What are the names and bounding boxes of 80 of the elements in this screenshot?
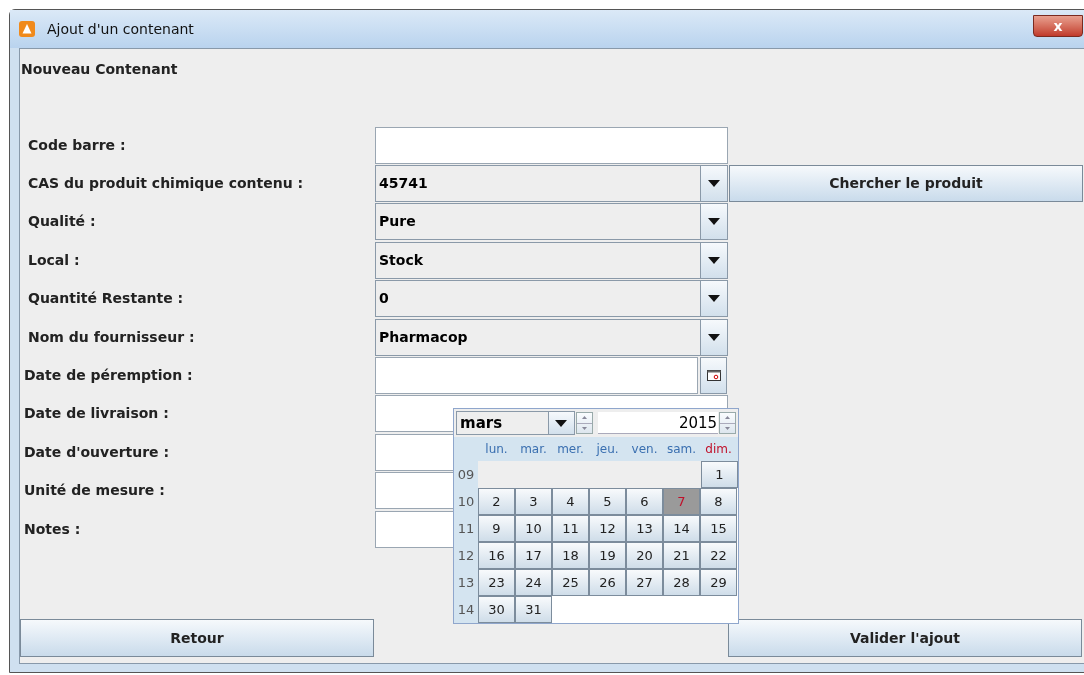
field-label: Code barre :	[27, 135, 127, 155]
day-button[interactable]: 23	[478, 569, 515, 596]
day-button[interactable]: 31	[515, 596, 552, 623]
submit-button[interactable]: Valider l'ajout	[728, 619, 1082, 657]
combo-box[interactable]: Stock	[375, 241, 728, 279]
day-button[interactable]: 16	[478, 542, 515, 569]
weekday-label: mar.	[519, 441, 548, 458]
caret-icon	[555, 419, 568, 427]
combo-box[interactable]: Pharmacop	[375, 318, 728, 356]
spinner-buttons[interactable]	[719, 412, 736, 434]
field-label: Local :	[27, 250, 81, 270]
spinner-buttons[interactable]	[575, 412, 593, 434]
combo-box[interactable]: 45741	[375, 165, 728, 203]
field-label: Date d'ouverture :	[23, 442, 171, 462]
day-button[interactable]: 19	[589, 542, 626, 569]
day-button[interactable]: 6	[626, 488, 663, 515]
day-button[interactable]: 26	[589, 569, 626, 596]
app-icon	[19, 21, 35, 37]
field-label: Qualité :	[27, 212, 97, 232]
field-label: Date de livraison :	[23, 404, 170, 424]
day-button[interactable]: 30	[478, 596, 515, 623]
combo-box[interactable]: 0	[375, 280, 728, 318]
day-button[interactable]: 20	[626, 542, 663, 569]
search-product-button[interactable]: Chercher le produit	[729, 165, 1083, 203]
week-number: 13	[454, 569, 478, 596]
day-button[interactable]: 4	[552, 488, 589, 515]
field-label: Nom du fournisseur :	[27, 327, 196, 347]
day-button[interactable]: 27	[626, 569, 663, 596]
weekday-label: sam.	[665, 441, 698, 458]
calendar-icon	[706, 370, 721, 382]
caret-icon	[708, 333, 720, 341]
calendar-button[interactable]	[700, 357, 727, 395]
day-button[interactable]: 1	[701, 461, 738, 488]
caret-icon	[708, 256, 720, 264]
caret-icon	[708, 180, 720, 188]
week-number: 12	[454, 542, 478, 569]
weekday-label: dim.	[704, 441, 733, 458]
day-button[interactable]: 21	[663, 542, 700, 569]
weekday-label: mer.	[556, 441, 585, 458]
close-button[interactable]: x	[1033, 15, 1083, 37]
week-number: 09	[454, 461, 478, 488]
week-number: 10	[454, 488, 478, 515]
year-field[interactable]: 2015	[597, 412, 719, 434]
day-button[interactable]: 12	[589, 515, 626, 542]
month-dropdown[interactable]: mars	[456, 411, 575, 435]
window-title: Ajout d'un contenant	[47, 19, 194, 39]
day-button[interactable]: 8	[700, 488, 737, 515]
text-field[interactable]	[375, 126, 728, 164]
day-button[interactable]: 3	[515, 488, 552, 515]
weekday-label: jeu.	[595, 441, 620, 458]
day-button[interactable]: 2	[478, 488, 515, 515]
combo-box[interactable]: Pure	[375, 203, 728, 241]
field-label: Quantité Restante :	[27, 289, 185, 309]
day-button[interactable]: 15	[700, 515, 737, 542]
day-button[interactable]: 10	[515, 515, 552, 542]
caret-icon	[708, 218, 720, 226]
field-label: CAS du produit chimique contenu :	[27, 174, 305, 194]
day-button[interactable]: 5	[589, 488, 626, 515]
date-field[interactable]	[375, 357, 698, 395]
day-button[interactable]: 22	[700, 542, 737, 569]
field-label: Notes :	[23, 519, 82, 539]
weekday-label: ven.	[630, 441, 659, 458]
day-button[interactable]: 11	[552, 515, 589, 542]
week-number: 11	[454, 515, 478, 542]
weekday-label: lun.	[484, 441, 509, 458]
week-number: 14	[454, 596, 478, 623]
form-heading: Nouveau Contenant	[20, 60, 179, 79]
day-button[interactable]: 18	[552, 542, 589, 569]
field-label: Unité de mesure :	[23, 481, 166, 501]
day-button[interactable]: 29	[700, 569, 737, 596]
day-button[interactable]: 9	[478, 515, 515, 542]
day-button[interactable]: 13	[626, 515, 663, 542]
day-button[interactable]: 25	[552, 569, 589, 596]
day-button[interactable]: 14	[663, 515, 700, 542]
day-button[interactable]: 17	[515, 542, 552, 569]
day-button[interactable]: 28	[663, 569, 700, 596]
back-button[interactable]: Retour	[20, 619, 374, 657]
field-label: Date de péremption :	[23, 366, 194, 386]
day-button[interactable]: 24	[515, 569, 552, 596]
caret-icon	[708, 295, 720, 303]
